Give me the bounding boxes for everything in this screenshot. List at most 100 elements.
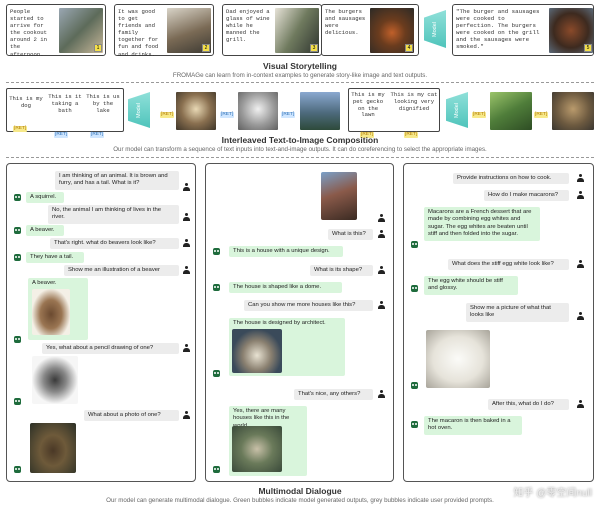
user-bubble: Yes, what about a pencil drawing of one? <box>42 343 179 355</box>
model-bubble: They have a tail. <box>26 252 84 264</box>
model-bubble: A squirrel. <box>26 192 64 204</box>
ret-token: [RET] <box>220 112 235 118</box>
story-text-3: Dad enjoyed a glass of wine while he man… <box>226 8 270 44</box>
story-text-1: People started to arrive for the cookout… <box>10 8 47 58</box>
story-output-card: "The burger and sausages were cooked to … <box>452 4 594 56</box>
watermark: 知乎 @零空间null <box>513 488 593 499</box>
story-image-2: 2 <box>167 8 211 53</box>
user-icon <box>577 191 584 199</box>
user-bubble: What about a photo of one? <box>84 410 179 422</box>
image-number: 2 <box>202 44 210 52</box>
model-bubble: A beaver. <box>26 225 64 237</box>
output-image-lake <box>300 92 340 130</box>
user-icon <box>577 260 584 268</box>
story-card-4: The burgers and sausages were delicious.… <box>321 4 419 56</box>
story-text-4: The burgers and sausages were delicious. <box>325 8 366 37</box>
model-bubble: The macaron is then baked in a hot oven. <box>424 416 522 435</box>
model-icon <box>213 284 220 291</box>
interleaved-title: Interleaved Text-to-Image Composition <box>221 135 379 145</box>
input-text-lake: This is us by the lake <box>86 93 120 114</box>
image-number: 3 <box>310 44 318 52</box>
user-icon <box>183 239 190 247</box>
user-bubble: What is this? <box>328 229 373 241</box>
story-output-image: 5 <box>549 8 593 53</box>
domed-house-image <box>232 329 282 373</box>
output-image-gecko <box>490 92 532 130</box>
model-bubble: The egg white should be stiff and glossy… <box>424 276 518 295</box>
story-card-3: Dad enjoyed a glass of wine while he man… <box>222 4 322 56</box>
user-bubble: What is its shape? <box>310 265 373 277</box>
image-number: 4 <box>405 44 413 52</box>
model-bubble: Macarons are a French dessert that are m… <box>424 207 540 241</box>
beaver-illustration-image <box>32 289 70 335</box>
image-number: 5 <box>584 44 592 52</box>
model-icon <box>14 398 21 405</box>
user-icon <box>577 312 584 320</box>
user-bubble: That's nice, any others? <box>294 389 373 401</box>
output-image-dog <box>176 92 216 130</box>
model-icon <box>213 370 220 377</box>
dialogue-caption: Our model can generate multimodal dialog… <box>106 497 494 504</box>
input-text-bath: This is it taking a bath <box>48 93 82 114</box>
model-icon <box>14 336 21 343</box>
ret-token: [RET] <box>13 126 28 132</box>
house-input-image <box>321 172 357 220</box>
user-icon <box>183 266 190 274</box>
story-output-text: "The burger and sausages were cooked to … <box>456 8 540 51</box>
ret-token: [RET] <box>472 112 487 118</box>
story-image-1: 1 <box>59 8 103 53</box>
user-bubble: Provide instructions on how to cook. <box>453 173 569 185</box>
user-bubble: Can you show me more houses like this? <box>244 300 373 312</box>
model-block: Model <box>128 92 150 128</box>
model-bubble: This is a house with a unique design. <box>229 246 343 258</box>
model-icon <box>14 194 21 201</box>
dialogue-title: Multimodal Dialogue <box>258 486 342 496</box>
user-bubble: I am thinking of an animal. It is brown … <box>55 171 179 190</box>
divider <box>6 157 594 158</box>
story-card-1: People started to arrive for the cookout… <box>6 4 106 58</box>
user-icon <box>183 183 190 191</box>
house-aerial-image <box>232 426 282 472</box>
story-image-4: 4 <box>370 8 414 53</box>
model-icon <box>14 254 21 261</box>
model-icon <box>411 421 418 428</box>
input-text-dog: This is my dog <box>9 95 43 109</box>
input-text-cat: This is my cat looking very dignified <box>390 91 438 112</box>
image-number: 1 <box>94 44 102 52</box>
user-bubble: What does the stiff egg white look like? <box>448 259 569 271</box>
ret-token: [RET] <box>160 112 175 118</box>
ret-token: [RET] <box>281 112 296 118</box>
model-bubble: The house is shaped like a dome. <box>229 282 342 294</box>
user-icon <box>378 214 385 222</box>
divider <box>6 82 594 83</box>
user-bubble: After this, what do I do? <box>488 399 569 411</box>
user-bubble: Show me a picture of what that looks lik… <box>466 303 569 322</box>
model-icon <box>14 227 21 234</box>
user-bubble: That's right. what do beavers look like? <box>50 238 179 250</box>
user-icon <box>183 213 190 221</box>
user-bubble: How do I make macarons? <box>484 190 569 202</box>
input-text-gecko: This is my pet gecko on the lawn <box>351 91 385 119</box>
ret-token: [RET] <box>534 112 549 118</box>
user-icon <box>577 400 584 408</box>
user-icon <box>183 411 190 419</box>
model-icon <box>411 285 418 292</box>
user-bubble: No, the animal I am thinking of lives in… <box>48 205 179 224</box>
storytelling-caption: FROMAGe can learn from in-context exampl… <box>172 72 428 79</box>
interleaved-caption: Our model can transform a sequence of te… <box>113 146 487 153</box>
model-icon <box>213 466 220 473</box>
user-icon <box>378 301 385 309</box>
user-icon <box>378 390 385 398</box>
story-image-3: 3 <box>275 8 319 53</box>
story-card-2: It was good to get friends and family to… <box>114 4 214 58</box>
user-icon <box>183 344 190 352</box>
model-block: Model <box>424 10 446 48</box>
storytelling-title: Visual Storytelling <box>262 61 337 71</box>
stiff-egg-white-image <box>426 330 490 388</box>
user-icon <box>577 174 584 182</box>
output-image-bath <box>238 92 278 130</box>
model-icon <box>411 241 418 248</box>
model-block: Model <box>446 92 468 128</box>
model-icon <box>14 466 21 473</box>
user-icon <box>378 230 385 238</box>
